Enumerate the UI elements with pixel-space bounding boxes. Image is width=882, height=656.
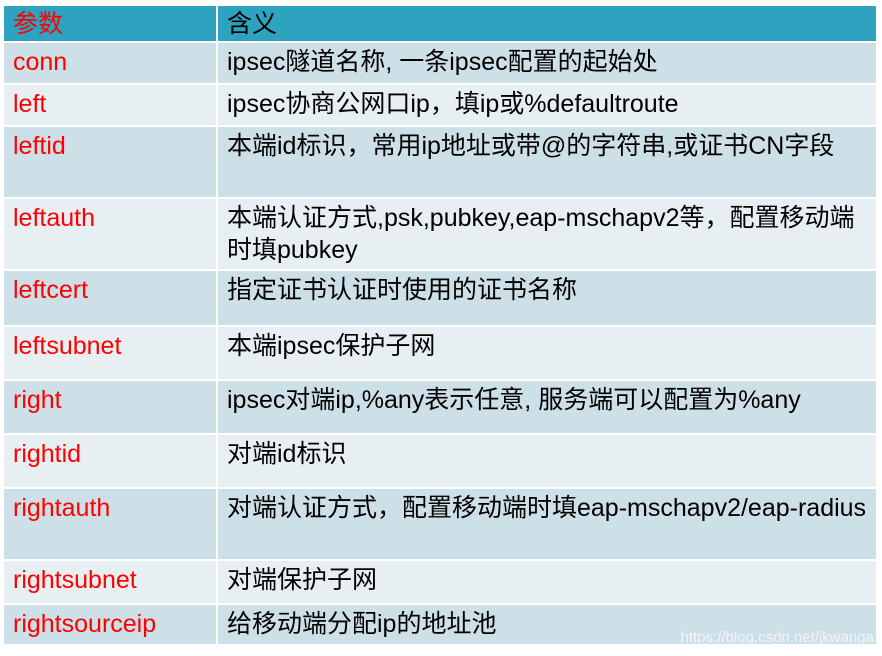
param-cell: left [2,83,218,127]
meaning-cell: 本端id标识，常用ip地址或带@的字符串,或证书CN字段 [216,125,878,199]
meaning-cell: 本端ipsec保护子网 [216,325,878,381]
table-row: leftauth 本端认证方式,psk,pubkey,eap-mschapv2等，… [2,197,878,271]
meaning-cell: 对端id标识 [216,433,878,489]
meaning-cell: ipsec隧道名称, 一条ipsec配置的起始处 [216,41,878,85]
meaning-cell: ipsec对端ip,%any表示任意, 服务端可以配置为%any [216,379,878,435]
param-cell: right [2,379,218,435]
watermark: https://blog.csdn.net/jkwanga [680,629,874,646]
table-row: rightsubnet 对端保护子网 [2,559,878,605]
param-cell: rightauth [2,487,218,561]
meaning-cell: 本端认证方式,psk,pubkey,eap-mschapv2等，配置移动端时填p… [216,197,878,271]
header-param: 参数 [2,4,218,43]
table-row: rightid 对端id标识 [2,433,878,489]
param-cell: leftcert [2,269,218,327]
table-row: leftcert 指定证书认证时使用的证书名称 [2,269,878,327]
parameter-table: 参数 含义 conn ipsec隧道名称, 一条ipsec配置的起始处 left i… [2,4,878,646]
param-cell: rightsourceip [2,603,218,646]
param-cell: conn [2,41,218,85]
table-row: left ipsec协商公网口ip，填ip或%defaultroute [2,83,878,127]
table-header: 参数 含义 [2,4,878,43]
param-cell: leftid [2,125,218,199]
table-row: leftsubnet 本端ipsec保护子网 [2,325,878,381]
table-row: leftid 本端id标识，常用ip地址或带@的字符串,或证书CN字段 [2,125,878,199]
meaning-cell: 对端保护子网 [216,559,878,605]
param-cell: leftsubnet [2,325,218,381]
header-meaning: 含义 [216,4,878,43]
table-row: right ipsec对端ip,%any表示任意, 服务端可以配置为%any [2,379,878,435]
meaning-cell: ipsec协商公网口ip，填ip或%defaultroute [216,83,878,127]
meaning-cell: 指定证书认证时使用的证书名称 [216,269,878,327]
param-cell: leftauth [2,197,218,271]
meaning-cell: 对端认证方式，配置移动端时填eap-mschapv2/eap-radius [216,487,878,561]
table-row: rightauth 对端认证方式，配置移动端时填eap-mschapv2/eap-… [2,487,878,561]
table-row: conn ipsec隧道名称, 一条ipsec配置的起始处 [2,41,878,85]
param-cell: rightid [2,433,218,489]
param-cell: rightsubnet [2,559,218,605]
